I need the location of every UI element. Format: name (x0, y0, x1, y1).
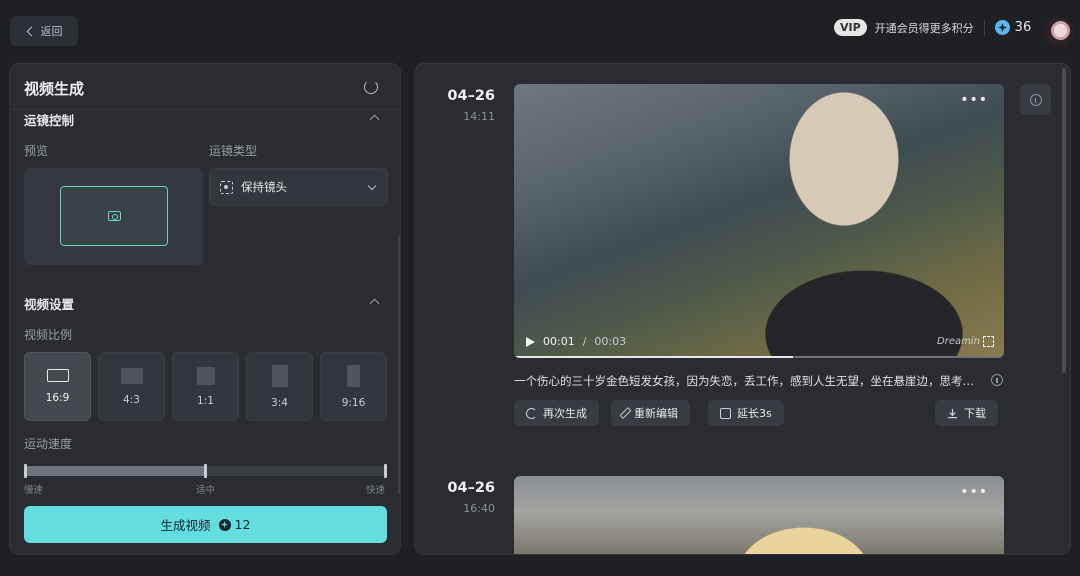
preview-frame (60, 186, 168, 246)
download-icon (947, 408, 958, 418)
current-time: 00:01 (543, 335, 575, 348)
motion-speed-label: 运动速度 (24, 437, 73, 451)
aspect-ratio-options: 16:9 4:3 1:1 3:4 9:16 (24, 352, 387, 421)
regenerate-label: 再次生成 (543, 407, 587, 420)
camera-type-select[interactable]: 保持镜头 (209, 168, 388, 206)
info-icon (1029, 93, 1042, 106)
speed-mid-label: 适中 (196, 485, 216, 496)
extend-icon (720, 407, 731, 419)
divider (983, 19, 985, 36)
ratio-option-9-16[interactable]: 9:16 (320, 352, 387, 421)
slider-tick-min (24, 464, 27, 478)
result-date: 04–26 (447, 480, 495, 496)
motion-speed-slider[interactable] (24, 464, 387, 478)
re-edit-label: 重新编辑 (634, 407, 678, 420)
back-button[interactable]: 返回 (10, 16, 78, 46)
ratio-9-16-icon (347, 364, 360, 387)
regenerate-button[interactable]: 再次生成 (514, 400, 599, 426)
info-button[interactable] (1020, 84, 1051, 115)
preview-label: 预览 (24, 144, 49, 158)
watermark: Dreamin (937, 336, 980, 347)
points-value: 36 (1014, 20, 1032, 35)
download-button[interactable]: 下载 (935, 400, 998, 426)
ratio-option-3-4[interactable]: 3:4 (246, 352, 313, 421)
repeat-icon (526, 407, 537, 419)
points-icon (994, 20, 1010, 35)
camera-preview (24, 168, 203, 265)
ratio-1-1-icon (196, 366, 215, 385)
video-progress-bar[interactable] (514, 356, 1004, 358)
video-settings-heading: 视频设置 (24, 297, 75, 312)
ratio-label: 9:16 (341, 396, 366, 409)
camera-type-value: 保持镜头 (241, 180, 287, 194)
panel-scrollbar[interactable] (398, 236, 400, 494)
fullscreen-icon[interactable] (983, 336, 994, 347)
re-edit-button[interactable]: 重新编辑 (611, 400, 690, 426)
ratio-label: 1:1 (197, 394, 214, 407)
back-label: 返回 (40, 25, 63, 38)
progress-fill (514, 356, 794, 358)
ratio-option-4-3[interactable]: 4:3 (98, 352, 165, 421)
reset-icon[interactable] (364, 80, 378, 94)
more-options-icon[interactable]: ••• (960, 92, 988, 108)
speed-max-label: 快速 (366, 485, 386, 496)
slider-handle[interactable] (204, 464, 207, 478)
vip-promo[interactable]: VIP 开通会员得更多积分 36 (834, 19, 1031, 36)
panel-title: 视频生成 (24, 80, 85, 98)
chevron-up-icon[interactable] (369, 114, 380, 125)
ratio-option-16-9[interactable]: 16:9 (24, 352, 91, 421)
camera-control-heading: 运镜控制 (24, 113, 75, 128)
generate-cost: 12 (218, 517, 251, 532)
prompt-text: 一个伤心的三十岁金色短发女孩，因为失恋，丢工作，感到人生无望，坐在悬崖边，思考人… (514, 374, 980, 388)
info-icon[interactable] (991, 374, 1003, 386)
slider-fill (24, 466, 206, 476)
ratio-option-1-1[interactable]: 1:1 (172, 352, 239, 421)
ratio-3-4-icon (271, 364, 288, 387)
ratio-16-9-icon (46, 369, 69, 382)
extend-label: 延长3s (737, 407, 772, 420)
ratio-label: 4:3 (123, 393, 140, 406)
chevron-left-icon (26, 26, 36, 36)
time-separator: / (582, 335, 587, 348)
ratio-label: 16:9 (45, 392, 70, 404)
generate-video-button[interactable]: 生成视频 12 (24, 506, 387, 543)
video-generation-panel: 视频生成 运镜控制 预览 运镜类型 保持镜头 视频设置 视频比例 16:9 4:… (9, 63, 401, 555)
chevron-down-icon (367, 181, 377, 191)
camera-icon (107, 211, 121, 221)
lens-focus-icon (220, 180, 233, 194)
duration: 00:03 (594, 335, 627, 348)
top-bar: 返回 VIP 开通会员得更多积分 36 (0, 0, 1080, 62)
camera-type-label: 运镜类型 (209, 144, 258, 158)
result-time: 14:11 (463, 110, 495, 123)
generate-label: 生成视频 (160, 518, 211, 533)
pencil-icon (619, 406, 632, 420)
cost-value: 12 (234, 517, 251, 532)
video-player[interactable]: ••• (514, 476, 1004, 554)
play-icon[interactable] (526, 336, 535, 347)
slider-tick-max (384, 464, 387, 478)
results-panel: 04–26 14:11 ••• 00:01 / 00:03 Dreamin 一个… (414, 63, 1071, 555)
result-time: 16:40 (463, 502, 495, 515)
video-player[interactable]: ••• 00:01 / 00:03 Dreamin (514, 84, 1004, 358)
speed-min-label: 慢速 (24, 485, 44, 496)
avatar[interactable] (1044, 17, 1074, 47)
extend-button[interactable]: 延长3s (708, 400, 784, 426)
points-icon (218, 518, 231, 531)
more-options-icon[interactable]: ••• (960, 484, 988, 500)
vip-promo-text: 开通会员得更多积分 (874, 21, 974, 35)
ratio-label: 3:4 (271, 396, 288, 409)
results-scrollbar[interactable] (1062, 68, 1066, 373)
aspect-ratio-label: 视频比例 (24, 328, 73, 342)
video-controls: 00:01 / 00:03 (526, 335, 626, 348)
points-balance[interactable]: 36 (994, 20, 1032, 35)
download-label: 下载 (964, 407, 986, 420)
chevron-up-icon[interactable] (369, 298, 380, 309)
result-date: 04–26 (447, 88, 495, 104)
ratio-4-3-icon (120, 367, 143, 384)
vip-badge: VIP (834, 19, 867, 36)
